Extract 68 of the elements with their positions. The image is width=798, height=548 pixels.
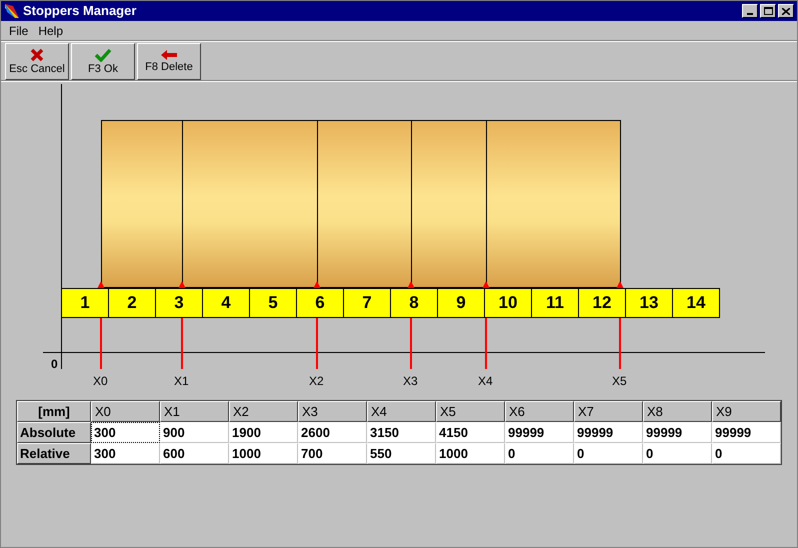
stopper-label: X4 [478,373,493,390]
position-cell: 12 [578,288,626,318]
table-cell[interactable]: 300 [91,443,160,464]
checkmark-icon [94,48,112,62]
row-header: Relative [17,443,91,464]
close-icon [30,48,44,62]
column-header: X5 [436,401,505,422]
column-header: X1 [160,401,229,422]
table-cell[interactable]: 99999 [505,422,574,443]
table-cell[interactable]: 3150 [367,422,436,443]
close-button[interactable] [778,4,794,18]
pencil-icon [4,3,20,19]
column-header: X9 [712,401,781,422]
table-cell[interactable]: 1900 [229,422,298,443]
window-title: Stoppers Manager [23,2,136,20]
stopper-label: X3 [403,373,418,390]
column-header: X7 [574,401,643,422]
column-header: [mm] [17,401,91,422]
position-cell: 13 [625,288,673,318]
position-cell: 2 [108,288,156,318]
toolbar-button[interactable]: Esc Cancel [5,42,69,80]
table-cell[interactable]: 0 [574,443,643,464]
stopper-label: X0 [93,373,108,390]
row-header: Absolute [17,422,91,443]
position-cell: 1 [61,288,109,318]
table-cell[interactable]: 2600 [298,422,367,443]
table-cell[interactable]: 300 [91,422,160,443]
position-cell: 8 [390,288,438,318]
menu-item[interactable]: File [5,22,32,40]
left-arrow-icon [161,50,177,60]
table-cell[interactable]: 0 [712,443,781,464]
column-header: X0 [91,401,160,422]
maximize-button[interactable] [760,4,776,18]
table-cell[interactable]: 1000 [436,443,505,464]
column-header: X3 [298,401,367,422]
close-icon [782,8,790,14]
column-header: X8 [643,401,712,422]
table-cell[interactable]: 550 [367,443,436,464]
position-cell: 11 [531,288,579,318]
toolbar-button[interactable]: F8 Delete [137,42,201,80]
position-cell: 5 [249,288,297,318]
menu-item[interactable]: Help [34,22,68,40]
stopper-label: X5 [612,373,627,390]
table-cell[interactable]: 900 [160,422,229,443]
column-header: X6 [505,401,574,422]
position-cell: 6 [296,288,344,318]
position-cell: 14 [672,288,720,318]
position-cell: 9 [437,288,485,318]
position-cell: 7 [343,288,391,318]
table-cell[interactable]: 0 [505,443,574,464]
position-cell: 3 [155,288,203,318]
table-cell[interactable]: 4150 [436,422,505,443]
table-cell[interactable]: 99999 [574,422,643,443]
column-header: X2 [229,401,298,422]
origin-label: 0 [51,356,58,373]
table-cell[interactable]: 0 [643,443,712,464]
toolbar-button[interactable]: F3 Ok [71,42,135,80]
table-cell[interactable]: 99999 [712,422,781,443]
stopper-label: X1 [174,373,189,390]
stopper-label: X2 [309,373,324,390]
minimize-button[interactable] [742,4,758,18]
table-cell[interactable]: 1000 [229,443,298,464]
table-cell[interactable]: 99999 [643,422,712,443]
table-cell[interactable]: 700 [298,443,367,464]
column-header: X4 [367,401,436,422]
table-cell[interactable]: 600 [160,443,229,464]
position-cell: 10 [484,288,532,318]
position-cell: 4 [202,288,250,318]
